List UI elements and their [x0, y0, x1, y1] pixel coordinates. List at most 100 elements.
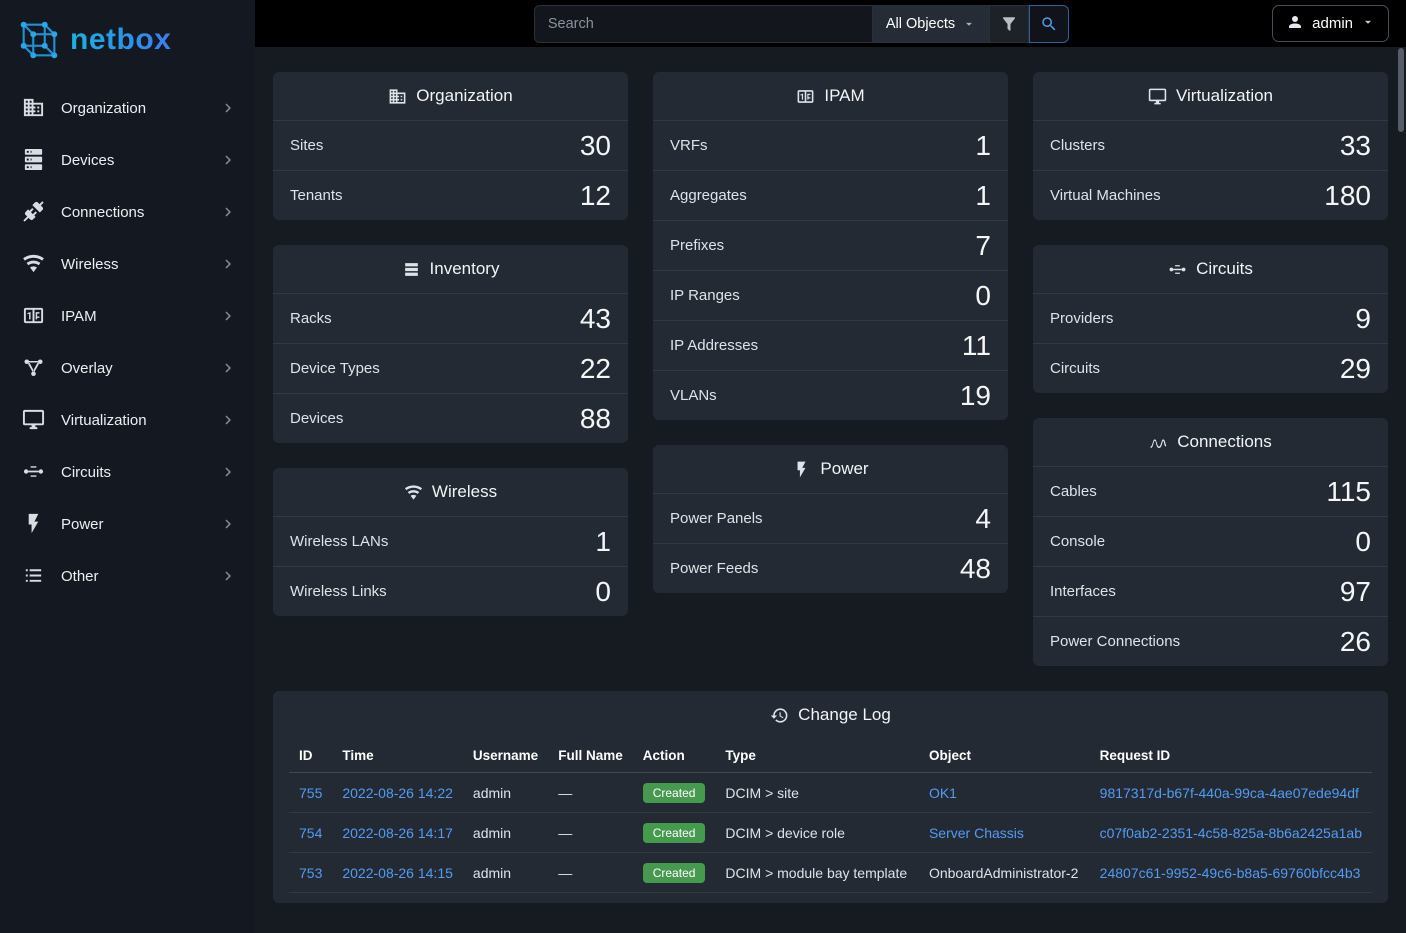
changelog-request-id-link[interactable]: 24807c61-9952-49c6-b8a5-69760bfcc4b3: [1100, 865, 1361, 881]
stat-value[interactable]: 19: [960, 380, 991, 412]
chevron-right-icon: [219, 203, 237, 221]
changelog-fullname-cell: —: [548, 813, 633, 853]
stat-row-ip-ranges: IP Ranges0: [653, 270, 1008, 320]
changelog-time-link[interactable]: 2022-08-26 14:17: [342, 825, 453, 841]
stat-value[interactable]: 43: [580, 303, 611, 335]
changelog-fullname-cell: —: [548, 773, 633, 813]
card-connections: Connections Cables115 Console 0 Interfaces97…: [1033, 418, 1388, 666]
stat-label: Sites: [290, 137, 323, 154]
stat-value[interactable]: 88: [580, 403, 611, 435]
stat-value[interactable]: 1: [975, 130, 991, 162]
column-header-id: ID: [289, 739, 332, 773]
changelog-id-link[interactable]: 755: [299, 785, 322, 801]
stat-value[interactable]: 0: [595, 576, 611, 608]
netbox-wordmark: netbox: [70, 23, 171, 57]
card-wireless: WirelessWireless LANs1Wireless Links0: [273, 468, 628, 616]
stat-value[interactable]: 1: [975, 180, 991, 212]
changelog-time-link[interactable]: 2022-08-26 14:22: [342, 785, 453, 801]
sidebar-item-devices[interactable]: Devices: [0, 134, 255, 186]
user-menu-button[interactable]: admin: [1272, 5, 1389, 42]
stat-row-sites: Sites 30: [273, 120, 628, 170]
sidebar-item-power[interactable]: Power: [0, 498, 255, 550]
sidebar-item-ipam[interactable]: IPAM: [0, 290, 255, 342]
netbox-logo[interactable]: netbox: [0, 0, 255, 80]
sidebar-item-virtualization[interactable]: Virtualization: [0, 394, 255, 446]
changelog-username: admin: [473, 825, 511, 841]
stat-value[interactable]: 180: [1324, 180, 1371, 212]
stat-row-wireless-lans: Wireless LANs1: [273, 516, 628, 566]
changelog-request-id-link[interactable]: c07f0ab2-2351-4c58-825a-8b6a2425a1ab: [1100, 825, 1362, 841]
changelog-time-link[interactable]: 2022-08-26 14:15: [342, 865, 453, 881]
power-icon: [22, 512, 46, 536]
virtualization-icon: [22, 408, 46, 432]
changelog-fullname-cell: —: [548, 853, 633, 893]
stat-label: Clusters: [1050, 137, 1105, 154]
stat-value[interactable]: 12: [580, 180, 611, 212]
changelog-username-cell: admin: [463, 773, 548, 813]
column-header-username: Username: [463, 739, 548, 773]
topbar: All Objects admin: [255, 0, 1406, 47]
stat-value[interactable]: 0: [1355, 526, 1371, 558]
card-title: Inventory: [273, 245, 628, 293]
changelog-id-link[interactable]: 754: [299, 825, 322, 841]
search-input[interactable]: [534, 5, 872, 43]
changelog-title: Change Log: [798, 705, 891, 725]
chevron-right-icon: [219, 463, 237, 481]
virtualization-icon: [1148, 87, 1167, 106]
stat-value[interactable]: 97: [1340, 576, 1371, 608]
stat-label: Prefixes: [670, 237, 724, 254]
changelog-action-badge-cell: Created: [633, 773, 716, 813]
sidebar-item-wireless[interactable]: Wireless: [0, 238, 255, 290]
changelog-object-cell: OK1: [919, 773, 1090, 813]
changelog-username: admin: [473, 865, 511, 881]
stat-value[interactable]: 4: [975, 503, 991, 535]
stat-value[interactable]: 11: [962, 330, 991, 362]
changelog-object-link[interactable]: OK1: [929, 785, 957, 801]
stat-row-virtual-machines: Virtual Machines180: [1033, 170, 1388, 220]
sidebar-item-organization[interactable]: Organization: [0, 82, 255, 134]
card-title-text: Power: [820, 459, 868, 479]
stat-label: Aggregates: [670, 187, 747, 204]
filter-button[interactable]: [989, 5, 1029, 43]
card-title: Connections: [1033, 418, 1388, 466]
changelog-request-id-link[interactable]: 9817317d-b67f-440a-99ca-4ae07ede94df: [1100, 785, 1359, 801]
sidebar-item-overlay[interactable]: Overlay: [0, 342, 255, 394]
sidebar-item-connections[interactable]: Connections: [0, 186, 255, 238]
stat-value[interactable]: 9: [1355, 303, 1371, 335]
changelog-id-link[interactable]: 753: [299, 865, 322, 881]
column-header-type: Type: [715, 739, 919, 773]
stat-row-power-feeds: Power Feeds48: [653, 543, 1008, 593]
card-title-text: Connections: [1177, 432, 1272, 452]
connections-icon: [22, 200, 46, 224]
changelog-object-cell: OnboardAdministrator-2: [919, 853, 1090, 893]
stat-value[interactable]: 7: [975, 230, 991, 262]
stat-value[interactable]: 1: [595, 526, 611, 558]
search-icon: [1040, 15, 1058, 33]
stat-value[interactable]: 0: [975, 280, 991, 312]
card-inventory: InventoryRacks43Device Types22Devices88: [273, 245, 628, 443]
stat-value[interactable]: 33: [1340, 130, 1371, 162]
stat-value[interactable]: 22: [580, 353, 611, 385]
stat-value[interactable]: 115: [1326, 476, 1371, 508]
stat-row-interfaces: Interfaces97: [1033, 566, 1388, 616]
object-type-dropdown[interactable]: All Objects: [872, 5, 989, 43]
chevron-right-icon: [219, 307, 237, 325]
stat-value[interactable]: 48: [960, 553, 991, 585]
search-submit-button[interactable]: [1029, 5, 1069, 43]
stat-value[interactable]: 26: [1340, 626, 1371, 658]
changelog-username-cell: admin: [463, 853, 548, 893]
scrollbar[interactable]: [1398, 48, 1404, 132]
sidebar-item-other[interactable]: Other: [0, 550, 255, 602]
stat-value[interactable]: 30: [580, 130, 611, 162]
changelog-object-link[interactable]: Server Chassis: [929, 825, 1024, 841]
stat-value[interactable]: 29: [1340, 353, 1371, 385]
stat-row-cables: Cables115: [1033, 466, 1388, 516]
stat-label: Console: [1050, 533, 1105, 550]
card-title: IPAM: [653, 72, 1008, 120]
changelog-header-row: IDTimeUsernameFull NameActionTypeObjectR…: [289, 739, 1372, 773]
stat-row-power-panels: Power Panels4: [653, 493, 1008, 543]
filter-icon: [1000, 15, 1018, 33]
sidebar-nav: OrganizationDevicesConnectionsWirelessIP…: [0, 82, 255, 602]
sidebar-item-circuits[interactable]: Circuits: [0, 446, 255, 498]
stat-row-devices: Devices88: [273, 393, 628, 443]
